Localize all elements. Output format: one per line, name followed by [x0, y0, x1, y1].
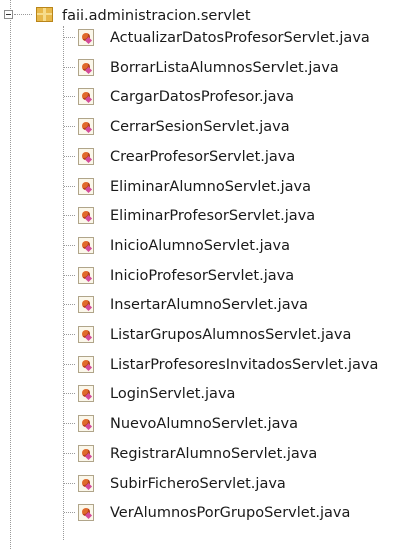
- file-name-label: ListarProfesoresInvitadosServlet.java: [110, 356, 379, 373]
- java-file-item[interactable]: ListarProfesoresInvitadosServlet.java: [63, 354, 420, 376]
- file-name-label: ActualizarDatosProfesorServlet.java: [110, 30, 370, 46]
- tree-connector: [64, 185, 75, 187]
- package-node[interactable]: faii.administracion.servlet: [0, 6, 420, 26]
- java-file-icon: [78, 326, 94, 343]
- java-file-item[interactable]: SubirFicheroServlet.java: [63, 473, 420, 495]
- tree-connector: [64, 452, 75, 454]
- file-name-label: VerAlumnosPorGrupoServlet.java: [110, 505, 351, 522]
- tree-connector: [64, 334, 75, 335]
- java-file-item[interactable]: InicioAlumnoServlet.java: [63, 235, 420, 257]
- file-name-label: NuevoAlumnoServlet.java: [110, 416, 299, 433]
- java-file-icon: [78, 474, 94, 492]
- java-file-item[interactable]: InicioProfesorServlet.java: [63, 265, 420, 287]
- java-file-icon: [78, 58, 94, 76]
- java-file-item[interactable]: RegistrarAlumnoServlet.java: [63, 443, 420, 465]
- java-file-item[interactable]: NuevoAlumnoServlet.java: [63, 413, 420, 435]
- java-file-item[interactable]: ListarGruposAlumnosServlet.java: [63, 324, 420, 346]
- file-name-label: InsertarAlumnoServlet.java: [110, 297, 309, 314]
- java-file-icon: [78, 118, 94, 136]
- java-file-icon: [78, 355, 94, 373]
- tree-connector: [14, 14, 32, 15]
- tree-connector: [64, 274, 75, 276]
- tree-connector: [64, 512, 75, 514]
- java-file-icon: [78, 207, 94, 225]
- tree-connector: [64, 155, 75, 157]
- java-file-icon: [78, 177, 94, 195]
- java-file-item[interactable]: BorrarListaAlumnosServlet.java: [63, 57, 420, 79]
- file-name-label: EliminarAlumnoServlet.java: [110, 178, 312, 195]
- java-file-item[interactable]: EliminarProfesorServlet.java: [63, 205, 420, 227]
- java-file-icon: [78, 88, 94, 106]
- file-name-label: LoginServlet.java: [110, 386, 236, 403]
- tree-connector: [64, 244, 75, 246]
- java-file-item[interactable]: CrearProfesorServlet.java: [63, 146, 420, 168]
- tree-connector: [64, 482, 75, 484]
- java-file-item[interactable]: LoginServlet.java: [63, 383, 420, 405]
- package-icon: [36, 7, 53, 22]
- file-name-label: InicioProfesorServlet.java: [110, 267, 295, 284]
- tree-connector: [64, 304, 75, 306]
- file-name-label: EliminarProfesorServlet.java: [110, 208, 316, 225]
- java-file-icon: [78, 385, 94, 403]
- package-label[interactable]: faii.administracion.servlet: [62, 6, 251, 26]
- tree-connector: [64, 96, 75, 98]
- tree-connector: [64, 66, 75, 68]
- java-file-icon: [78, 266, 94, 284]
- java-file-item[interactable]: CerrarSesionServlet.java: [63, 116, 420, 138]
- tree-guide-line: [10, 0, 11, 549]
- project-tree: faii.administracion.servlet ActualizarDa…: [0, 0, 420, 549]
- file-name-label: CargarDatosProfesor.java: [110, 89, 295, 106]
- java-file-item[interactable]: ActualizarDatosProfesorServlet.java: [63, 27, 420, 49]
- java-file-icon: [78, 504, 94, 522]
- java-file-icon: [78, 236, 94, 254]
- tree-connector: [64, 363, 75, 365]
- java-file-item[interactable]: CargarDatosProfesor.java: [63, 86, 420, 108]
- file-name-label: BorrarListaAlumnosServlet.java: [110, 59, 339, 76]
- tree-connector: [64, 126, 75, 128]
- collapse-toggle-icon[interactable]: [4, 10, 13, 19]
- java-file-item[interactable]: VerAlumnosPorGrupoServlet.java: [63, 502, 420, 524]
- file-name-label: CerrarSesionServlet.java: [110, 119, 290, 136]
- file-name-label: RegistrarAlumnoServlet.java: [110, 445, 318, 462]
- tree-connector: [64, 423, 75, 425]
- file-name-label: SubirFicheroServlet.java: [110, 475, 286, 492]
- java-file-icon: [78, 296, 94, 314]
- java-file-item[interactable]: InsertarAlumnoServlet.java: [63, 294, 420, 316]
- file-name-label: CrearProfesorServlet.java: [110, 148, 296, 165]
- file-name-label: ListarGruposAlumnosServlet.java: [110, 327, 352, 343]
- java-file-icon: [78, 147, 94, 165]
- java-file-icon: [78, 29, 94, 46]
- java-file-icon: [78, 444, 94, 462]
- tree-connector: [64, 215, 75, 217]
- tree-connector: [64, 37, 75, 38]
- tree-connector: [64, 393, 75, 395]
- java-file-item[interactable]: EliminarAlumnoServlet.java: [63, 176, 420, 198]
- java-file-icon: [78, 415, 94, 433]
- file-name-label: InicioAlumnoServlet.java: [110, 237, 290, 254]
